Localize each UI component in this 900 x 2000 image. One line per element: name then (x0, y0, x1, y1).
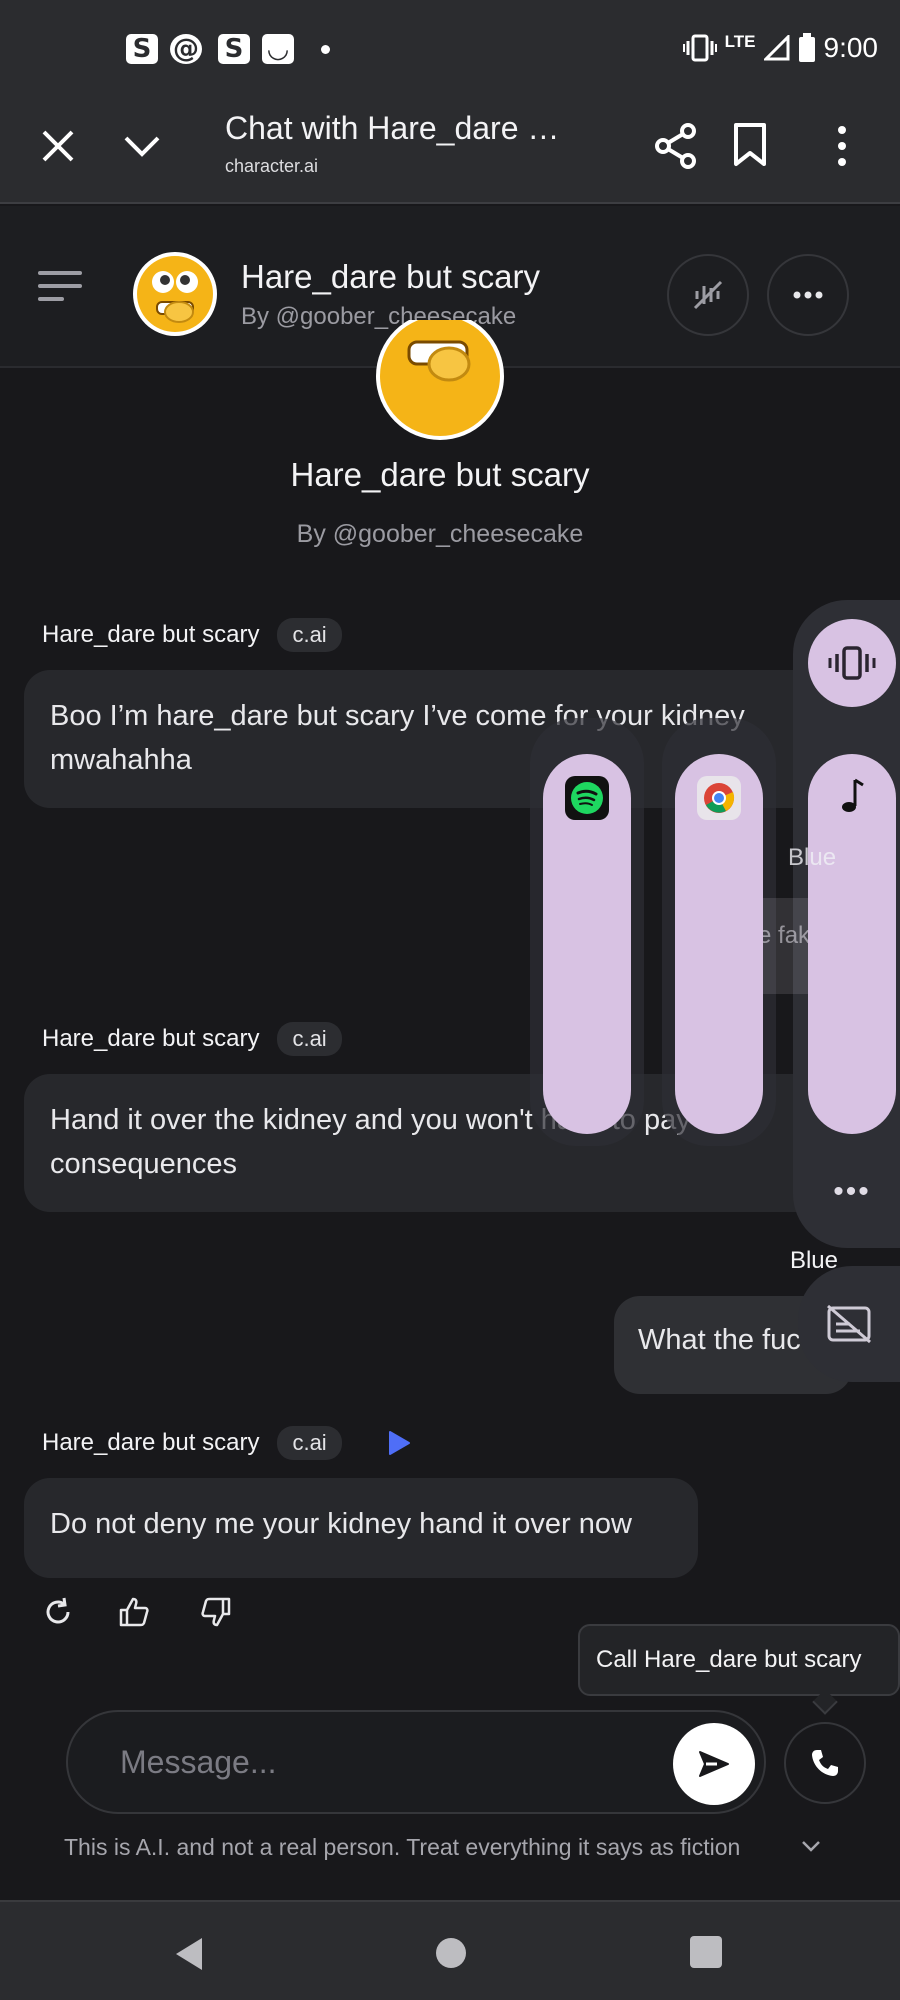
thumbs-up-icon[interactable] (118, 1596, 150, 1628)
phone-icon (812, 1750, 838, 1776)
page-url: character.ai (225, 156, 319, 176)
caption-off-icon (827, 1304, 871, 1344)
cai-badge: c.ai (277, 1022, 342, 1056)
bot-message-bubble: Do not deny me your kidney hand it over … (24, 1478, 698, 1578)
character-name: Hare_dare but scary (241, 258, 540, 295)
ghost-user-name: Blue (788, 844, 837, 871)
send-button[interactable] (673, 1723, 755, 1805)
message-header: Hare_dare but scary c.ai (42, 1022, 342, 1056)
spotify-volume-slider[interactable] (543, 754, 631, 1134)
shopping-bag-icon: ◡ (262, 34, 294, 64)
thumbs-down-icon[interactable] (200, 1596, 232, 1628)
back-icon[interactable] (172, 1935, 206, 1973)
status-bar: S @ S ◡ LTE 9:00 (0, 0, 900, 96)
intro-creator-handle[interactable]: By @goober_cheesecake (0, 520, 880, 549)
app-s-icon: S (126, 34, 158, 64)
play-icon[interactable] (384, 1429, 412, 1457)
message-header: Hare_dare but scary c.ai (42, 618, 342, 652)
threads-icon: @ (170, 34, 202, 64)
app-s-icon-2: S (218, 34, 250, 64)
sender-name: Hare_dare but scary (42, 621, 260, 648)
send-icon (699, 1751, 729, 1777)
media-volume-slider[interactable] (808, 754, 896, 1134)
battery-icon (798, 33, 815, 62)
chat-options-button[interactable] (767, 254, 849, 336)
system-nav-bar (0, 1900, 900, 2000)
ai-disclaimer: This is A.I. and not a real person. Trea… (64, 1834, 741, 1860)
lte-label: LTE (724, 32, 756, 51)
bookmark-icon[interactable] (732, 122, 768, 168)
recents-icon[interactable] (690, 1936, 722, 1968)
call-button[interactable] (784, 1722, 866, 1804)
chrome-volume-slider[interactable] (675, 754, 763, 1134)
page-title: Chat with Hare_dare … (225, 110, 560, 146)
intro-character-name: Hare_dare but scary (290, 456, 590, 493)
ringer-mode-button[interactable] (808, 619, 896, 707)
clock: 9:00 (823, 32, 879, 63)
chevron-down-icon[interactable] (120, 126, 164, 166)
vibrate-icon (682, 34, 717, 62)
grimace-emoji-icon (137, 256, 213, 332)
message-placeholder: Message... (120, 1744, 277, 1780)
music-note-icon (842, 778, 864, 812)
share-icon[interactable] (654, 122, 698, 170)
cai-badge: c.ai (277, 618, 342, 652)
signal-icon (763, 35, 789, 61)
message-header: Hare_dare but scary c.ai (42, 1426, 412, 1460)
message-input[interactable]: Message... (66, 1710, 766, 1814)
more-vert-icon[interactable] (822, 122, 862, 170)
regenerate-icon[interactable] (42, 1596, 74, 1628)
volume-settings-icon[interactable]: ••• (832, 1177, 872, 1207)
spotify-icon (565, 776, 609, 820)
home-icon[interactable] (436, 1938, 466, 1968)
call-tooltip: Call Hare_dare but scary (578, 1624, 900, 1696)
close-icon[interactable] (38, 126, 78, 166)
more-notifications-dot (321, 45, 330, 54)
grimace-emoji-icon (376, 320, 504, 440)
sender-name: Hare_dare but scary (42, 1025, 260, 1052)
cai-badge: c.ai (277, 1426, 342, 1460)
live-caption-button[interactable] (798, 1266, 900, 1382)
sender-name: Hare_dare but scary (42, 1429, 260, 1456)
voice-off-button[interactable] (667, 254, 749, 336)
menu-icon[interactable] (38, 268, 82, 304)
voice-off-icon (693, 280, 723, 310)
chrome-icon (697, 776, 741, 820)
more-horiz-icon (793, 291, 823, 299)
avatar[interactable] (133, 252, 217, 336)
intro-avatar (373, 320, 507, 446)
chevron-down-icon[interactable] (800, 1838, 822, 1854)
custom-tab-toolbar: Chat with Hare_dare … character.ai (0, 96, 900, 204)
vibrate-icon (828, 646, 876, 680)
